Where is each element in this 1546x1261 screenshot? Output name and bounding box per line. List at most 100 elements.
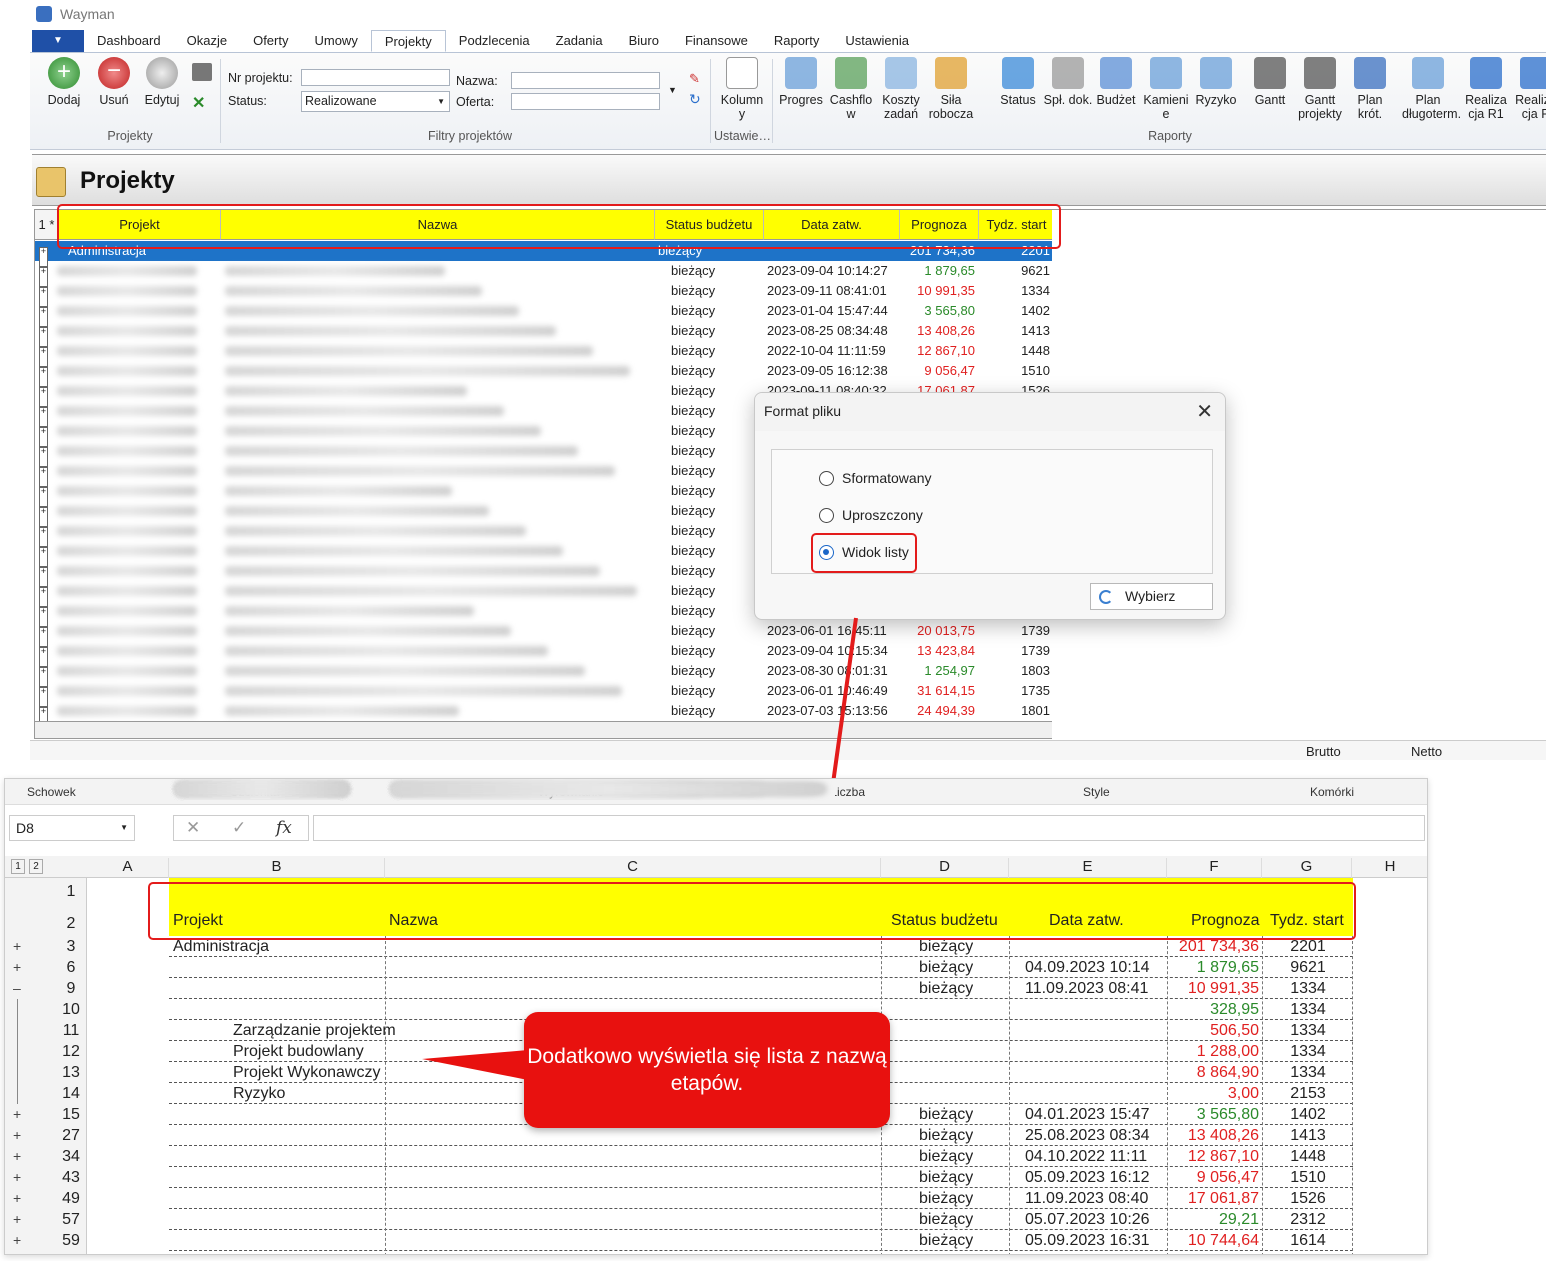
tab-projekty[interactable]: Projekty	[370, 30, 446, 52]
report-button-13[interactable]: Plan długoterm.	[1402, 57, 1461, 121]
clear-filter-icon[interactable]: ✎	[689, 71, 703, 86]
tab-umowy[interactable]: Umowy	[301, 30, 370, 52]
cell-status: bieżący	[671, 583, 716, 598]
report-button-12[interactable]: Plan krót.	[1344, 57, 1396, 121]
outline-level-1[interactable]: 1	[11, 859, 25, 874]
column-letter-f[interactable]: F	[1167, 858, 1262, 878]
delete-button[interactable]: − Usuń	[92, 57, 136, 107]
close-icon[interactable]: ✕	[1196, 399, 1213, 424]
report-button-2[interactable]: Cashflo w	[825, 57, 877, 121]
tab-dashboard[interactable]: Dashboard	[84, 30, 174, 52]
report-button-3[interactable]: Koszty zadań	[875, 57, 927, 121]
report-button-5[interactable]: Status	[992, 57, 1044, 107]
cancel-icon[interactable]: ✕	[186, 816, 200, 840]
expand-icon[interactable]: +	[13, 1211, 21, 1227]
group-style: Style	[1083, 785, 1110, 799]
blurred-nazwa	[225, 706, 459, 716]
report-button-1[interactable]: Progres	[775, 57, 827, 107]
report-button-14[interactable]: Realiza cja R1	[1460, 57, 1512, 121]
grid-line	[1009, 936, 1010, 1254]
report-button-7[interactable]: Budżet	[1090, 57, 1142, 107]
excel-export-icon[interactable]: ✕	[192, 93, 212, 113]
confirm-icon[interactable]: ✓	[232, 816, 246, 840]
title-bar: Wayman	[30, 0, 1546, 28]
radio-uproszczony[interactable]: Uproszczony	[819, 507, 923, 523]
filter-dropdown-icon[interactable]: ▼	[668, 85, 677, 95]
table-row[interactable]: + bieżący 2023-06-01 16:45:11 20 013,75 1739	[35, 621, 1055, 647]
print-icon[interactable]	[192, 63, 212, 81]
tab-zadania[interactable]: Zadania	[543, 30, 616, 52]
edit-button[interactable]: Edytuj	[140, 57, 184, 107]
blurred-nazwa	[225, 626, 511, 636]
outline-level-2[interactable]: 2	[29, 859, 43, 874]
columns-button[interactable]: Kolumn y	[716, 57, 768, 121]
tab-oferty[interactable]: Oferty	[240, 30, 301, 52]
column-letter-c[interactable]: C	[385, 858, 881, 878]
row-number: 15	[62, 1106, 80, 1123]
function-icon[interactable]: fx	[276, 816, 292, 840]
expand-icon[interactable]: +	[13, 1232, 21, 1248]
cell-f: 1 879,65	[1196, 959, 1259, 976]
refresh-icon[interactable]: ↻	[689, 91, 703, 107]
report-button-4[interactable]: Siła robocza	[925, 57, 977, 121]
expand-icon[interactable]: +	[13, 1148, 21, 1164]
tab-okazje[interactable]: Okazje	[174, 30, 240, 52]
column-letter-h[interactable]: H	[1352, 858, 1427, 878]
formula-bar: D8 ▼ ✕ ✓ fx	[5, 811, 1427, 843]
expand-icon[interactable]: +	[13, 1169, 21, 1185]
cell-status: bieżący	[671, 643, 716, 658]
report-button-15[interactable]: Realiza cja R	[1510, 57, 1546, 121]
radio-sformatowany[interactable]: Sformatowany	[819, 470, 931, 486]
tab-ustawienia[interactable]: Ustawienia	[832, 30, 922, 52]
report-icon	[1470, 57, 1502, 89]
expand-icon[interactable]: +	[13, 1127, 21, 1143]
expand-icon[interactable]: +	[13, 959, 21, 975]
nazwa-input[interactable]	[511, 72, 660, 89]
blurred-projekt	[57, 286, 197, 296]
expand-icon[interactable]: +	[13, 1190, 21, 1206]
app-menu-dropdown[interactable]: ▼	[32, 30, 84, 52]
formula-input[interactable]	[313, 815, 1425, 841]
status-select[interactable]: Realizowane ▼	[301, 91, 450, 112]
tab-biuro[interactable]: Biuro	[616, 30, 672, 52]
table-row[interactable]: + bieżący 2023-08-25 08:34:48 13 408,26 1413	[35, 321, 1055, 347]
oferta-input[interactable]	[511, 93, 660, 110]
cell-g: 2312	[1290, 1211, 1326, 1228]
cell-g: 1402	[1290, 1106, 1326, 1123]
table-row[interactable]: + bieżący 2022-10-04 11:11:59 12 867,10 1448	[35, 341, 1055, 367]
table-row[interactable]: + bieżący 2023-09-05 16:12:38 9 056,47 1510	[35, 361, 1055, 387]
report-button-9[interactable]: Ryzyko	[1190, 57, 1242, 107]
report-button-8[interactable]: Kamieni e	[1140, 57, 1192, 121]
tab-podzlecenia[interactable]: Podzlecenia	[446, 30, 543, 52]
radio-circle-icon	[819, 470, 834, 486]
nr-projektu-input[interactable]	[301, 69, 450, 86]
name-box[interactable]: D8 ▼	[9, 815, 135, 841]
expand-icon[interactable]: +	[13, 1106, 21, 1122]
table-row[interactable]: + bieżący 2023-07-03 15:13:56 24 494,39 1801	[35, 701, 1055, 727]
column-letter-g[interactable]: G	[1262, 858, 1352, 878]
table-row[interactable]: + bieżący 2023-09-04 10:14:27 1 879,65 9621	[35, 261, 1055, 287]
separator	[710, 59, 711, 143]
column-letter-e[interactable]: E	[1009, 858, 1167, 878]
table-row[interactable]: + bieżący 2023-09-11 08:41:01 10 991,35 1334	[35, 281, 1055, 307]
column-letter-d[interactable]: D	[881, 858, 1009, 878]
column-letter-b[interactable]: B	[169, 858, 385, 878]
cell-e: 11.09.2023 08:40	[1025, 1190, 1149, 1207]
report-button-10[interactable]: Gantt	[1244, 57, 1296, 107]
choose-button[interactable]: Wybierz	[1090, 583, 1213, 610]
table-row[interactable]: + bieżący 2023-08-30 08:01:31 1 254,97 1803	[35, 661, 1055, 687]
tab-finansowe[interactable]: Finansowe	[672, 30, 761, 52]
collapse-icon[interactable]: –	[13, 980, 21, 996]
add-button[interactable]: + Dodaj	[42, 57, 86, 107]
tab-raporty[interactable]: Raporty	[761, 30, 833, 52]
expand-icon[interactable]: +	[13, 938, 21, 954]
column-letter-a[interactable]: A	[87, 858, 169, 878]
table-row[interactable]: + bieżący 2023-06-01 10:46:49 31 614,15 1735	[35, 681, 1055, 707]
report-button-11[interactable]: Gantt projekty	[1294, 57, 1346, 121]
table-row[interactable]: + bieżący 2023-01-04 15:47:44 3 565,80 1402	[35, 301, 1055, 327]
horizontal-scrollbar[interactable]	[35, 721, 1055, 738]
table-row[interactable]: + bieżący 2023-09-04 10:15:34 13 423,84 1739	[35, 641, 1055, 667]
grid-row-selector-header[interactable]: 1 *	[35, 210, 59, 240]
report-button-6[interactable]: Spł. dok.	[1042, 57, 1094, 107]
status-footer: Brutto Netto	[30, 740, 1546, 760]
